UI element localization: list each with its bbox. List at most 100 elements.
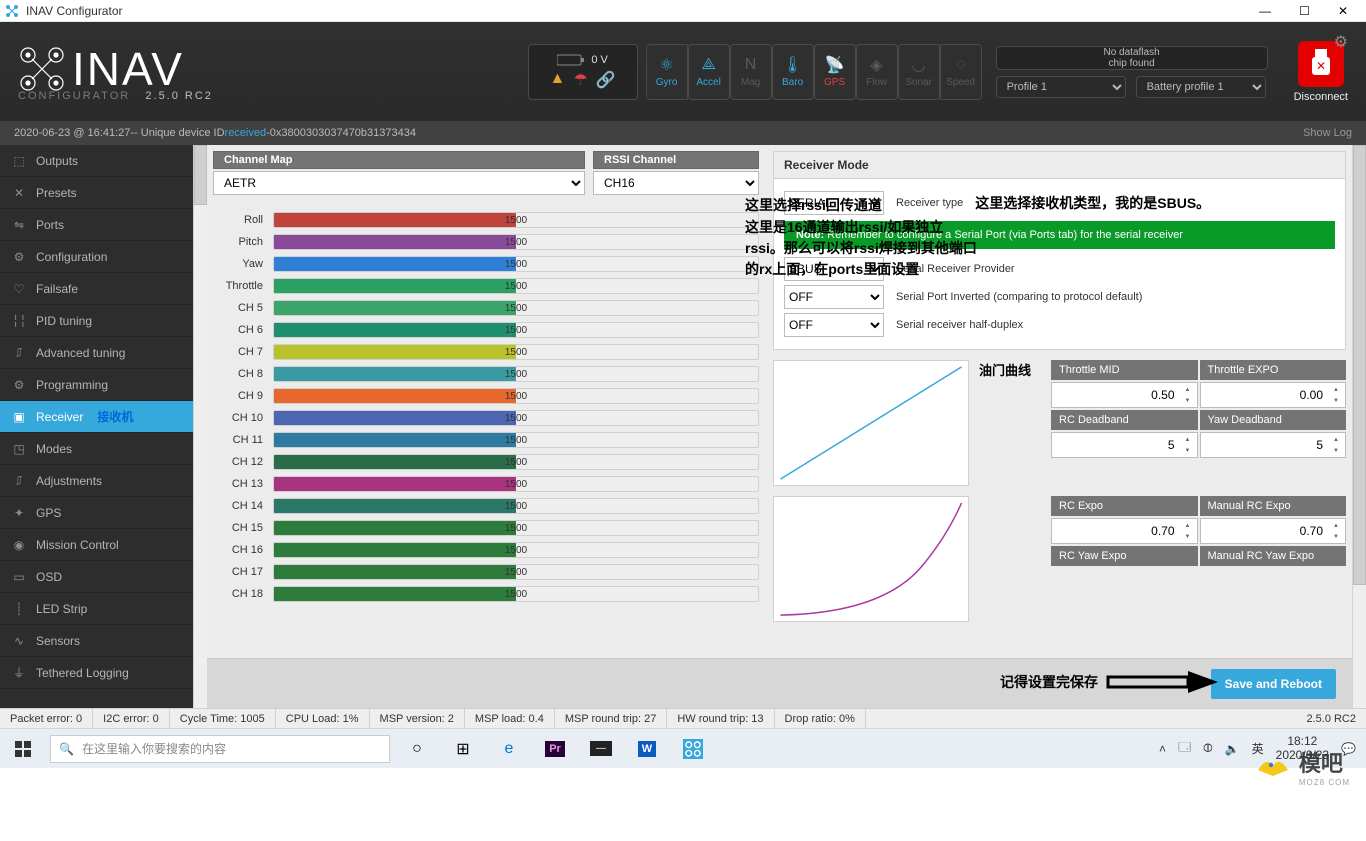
channel-row-ch5: CH 51500 xyxy=(213,297,759,319)
manual-rc-expo-input[interactable] xyxy=(1200,518,1347,544)
window-close-button[interactable]: ✕ xyxy=(1338,4,1348,18)
logo-version: 2.5.0 RC2 xyxy=(145,90,213,102)
show-log-toggle[interactable]: Show Log xyxy=(1303,127,1352,139)
serial-halfduplex-select[interactable]: OFF xyxy=(784,313,884,337)
channel-row-ch17: CH 171500 xyxy=(213,561,759,583)
sidebar-item-led-strip[interactable]: ┊LED Strip xyxy=(0,593,193,625)
sensor-accel: ⟁Accel xyxy=(688,44,730,100)
rc-expo-input[interactable] xyxy=(1051,518,1198,544)
taskbar-wps-icon[interactable]: W xyxy=(624,729,670,768)
dataflash-status: No dataflash chip found xyxy=(996,46,1268,70)
sidebar-item-label: Advanced tuning xyxy=(36,346,125,360)
sidebar-icon: ⚙ xyxy=(12,378,26,392)
channel-row-ch18: CH 181500 xyxy=(213,583,759,605)
sidebar-item-label: Presets xyxy=(36,186,77,200)
sidebar-item-gps[interactable]: ✦GPS xyxy=(0,497,193,529)
sidebar-item-osd[interactable]: ▭OSD xyxy=(0,561,193,593)
save-and-reboot-button[interactable]: Save and Reboot xyxy=(1211,669,1336,699)
channel-row-yaw: Yaw1500 xyxy=(213,253,759,275)
channel-value: 1500 xyxy=(505,477,527,492)
sidebar-item-failsafe[interactable]: ♡ Failsafe xyxy=(0,273,193,305)
rssi-channel-select[interactable]: CH16 xyxy=(593,171,759,195)
sidebar-item-advanced-tuning[interactable]: ⎎Advanced tuning xyxy=(0,337,193,369)
sidebar-scrollbar[interactable] xyxy=(193,145,207,708)
taskbar-app1-icon[interactable]: — xyxy=(578,729,624,768)
profile-select[interactable]: Profile 1 xyxy=(996,76,1126,98)
window-minimize-button[interactable]: — xyxy=(1259,4,1271,18)
channel-map-header: Channel Map xyxy=(213,151,585,169)
sidebar-item-tethered-logging[interactable]: ⏚Tethered Logging xyxy=(0,657,193,689)
serial-provider-select[interactable]: SBUS xyxy=(784,257,884,281)
channel-value: 1500 xyxy=(505,301,527,316)
channel-row-ch9: CH 91500 xyxy=(213,385,759,407)
rssi-channel-header: RSSI Channel xyxy=(593,151,759,169)
taskbar-inav-icon[interactable] xyxy=(670,729,716,768)
taskbar-edge-icon[interactable]: e xyxy=(486,729,532,768)
channel-label: Roll xyxy=(213,214,273,226)
sidebar-item-modes[interactable]: ◳Modes xyxy=(0,433,193,465)
logo-text: INAV xyxy=(72,42,184,96)
yaw-deadband-input[interactable] xyxy=(1200,432,1347,458)
tray-battery-icon[interactable]: 🗔 xyxy=(1178,738,1191,759)
throttle-mid-input[interactable] xyxy=(1051,382,1198,408)
receiver-type-label: Receiver type xyxy=(896,197,963,209)
tray-wifi-icon[interactable]: ⦷ xyxy=(1203,741,1213,756)
sidebar-icon: ⚙ xyxy=(12,250,26,264)
channel-label: CH 7 xyxy=(213,346,273,358)
channel-row-roll: Roll1500 xyxy=(213,209,759,231)
sidebar-item-adjustments[interactable]: ⎎Adjustments xyxy=(0,465,193,497)
channel-label: CH 9 xyxy=(213,390,273,402)
channel-bar: 1500 xyxy=(273,322,759,338)
serial-inverted-select[interactable]: OFF xyxy=(784,285,884,309)
sidebar-item-label: Ports xyxy=(36,218,64,232)
channel-row-ch13: CH 131500 xyxy=(213,473,759,495)
sidebar-item-outputs[interactable]: ⬚Outputs xyxy=(0,145,193,177)
throttle-expo-input[interactable] xyxy=(1200,382,1347,408)
channel-bar: 1500 xyxy=(273,476,759,492)
channel-value: 1500 xyxy=(505,257,527,272)
taskbar-cortana-icon[interactable]: ○ xyxy=(394,729,440,768)
sidebar-item-presets[interactable]: ✕Presets xyxy=(0,177,193,209)
sidebar-item-label: Adjustments xyxy=(36,474,102,488)
start-button[interactable] xyxy=(0,729,46,768)
settings-gear-icon[interactable]: ⚙ xyxy=(1334,32,1348,52)
taskbar-search[interactable]: 🔍在这里输入你要搜索的内容 xyxy=(50,735,390,763)
receiver-type-select[interactable]: SERIAL xyxy=(784,191,884,215)
sidebar-item-sensors[interactable]: ∿Sensors xyxy=(0,625,193,657)
search-icon: 🔍 xyxy=(59,742,74,756)
annotation-receiver-type: 这里选择接收机类型，我的是SBUS。 xyxy=(975,193,1210,213)
sidebar-item-configuration[interactable]: ⚙Configuration xyxy=(0,241,193,273)
serial-provider-label: Serial Receiver Provider xyxy=(896,263,1015,275)
channel-bar: 1500 xyxy=(273,300,759,316)
sidebar-item-pid-tuning[interactable]: ╎╎PID tuning xyxy=(0,305,193,337)
sidebar-item-receiver[interactable]: ▣Receiver接收机 xyxy=(0,401,193,433)
channel-bar: 1500 xyxy=(273,586,759,602)
window-titlebar: INAV Configurator — ☐ ✕ xyxy=(0,0,1366,22)
sidebar-item-programming[interactable]: ⚙Programming xyxy=(0,369,193,401)
channel-map-select[interactable]: AETR xyxy=(213,171,585,195)
sidebar-icon: ∿ xyxy=(12,634,26,648)
taskbar-taskview-icon[interactable]: ⊞ xyxy=(440,729,486,768)
content-scrollbar[interactable] xyxy=(1352,145,1366,708)
status-msp-roundtrip: MSP round trip: 27 xyxy=(555,709,668,728)
sidebar-icon: ♡ xyxy=(12,282,26,296)
channel-row-ch16: CH 161500 xyxy=(213,539,759,561)
sidebar-item-mission-control[interactable]: ◉Mission Control xyxy=(0,529,193,561)
sidebar-item-label: OSD xyxy=(36,570,62,584)
battery-profile-select[interactable]: Battery profile 1 xyxy=(1136,76,1266,98)
taskbar-premiere-icon[interactable]: Pr xyxy=(532,729,578,768)
tray-chevron-up-icon[interactable]: ˄ xyxy=(1159,742,1166,756)
battery-voltage: 0 V xyxy=(591,54,608,66)
channel-value: 1500 xyxy=(505,433,527,448)
rc-deadband-input[interactable] xyxy=(1051,432,1198,458)
status-msp-version: MSP version: 2 xyxy=(370,709,465,728)
sidebar-item-ports[interactable]: ⇋Ports xyxy=(0,209,193,241)
app-icon xyxy=(4,3,20,19)
sidebar-item-label: PID tuning xyxy=(36,314,92,328)
throttle-expo-header: Throttle EXPO xyxy=(1200,360,1347,380)
status-hw-roundtrip: HW round trip: 13 xyxy=(667,709,774,728)
window-maximize-button[interactable]: ☐ xyxy=(1299,4,1310,18)
windows-taskbar: 🔍在这里输入你要搜索的内容 ○ ⊞ e Pr — W ˄ 🗔 ⦷ 🔈 英 18:… xyxy=(0,728,1366,768)
sidebar-item-label: Failsafe xyxy=(36,282,78,296)
tray-volume-icon[interactable]: 🔈 xyxy=(1225,742,1240,756)
